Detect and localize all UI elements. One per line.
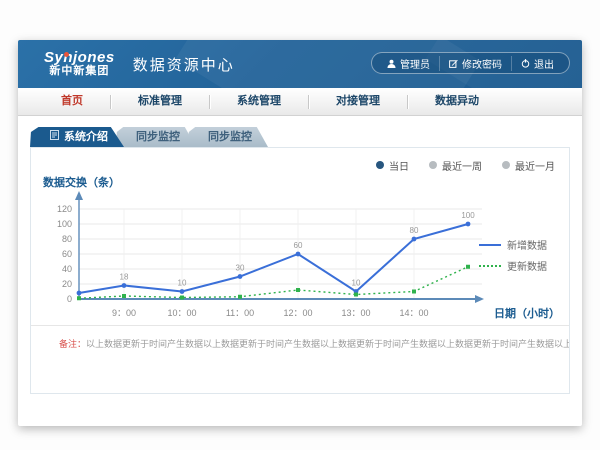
tab-sync-monitor-1[interactable]: 同步监控 — [116, 127, 196, 147]
legend-swatch-icon — [479, 244, 501, 246]
logout-icon — [521, 59, 530, 68]
radio-last-month[interactable]: 最近一月 — [502, 157, 555, 173]
current-user-button[interactable]: 管理员 — [378, 56, 439, 71]
tab-label: 系统介绍 — [64, 127, 108, 147]
svg-text:60: 60 — [294, 241, 303, 250]
radio-dot-icon — [429, 161, 437, 169]
svg-text:30: 30 — [236, 264, 245, 273]
tab-sync-monitor-2[interactable]: 同步监控 — [188, 127, 268, 147]
svg-text:120: 120 — [57, 204, 72, 214]
nav-item-data-change[interactable]: 数据异动 — [408, 88, 506, 115]
radio-label: 最近一月 — [515, 158, 555, 173]
svg-text:0: 0 — [67, 294, 72, 304]
user-icon — [387, 59, 396, 68]
svg-text:20: 20 — [62, 279, 72, 289]
radio-today[interactable]: 当日 — [376, 157, 409, 173]
main-nav: 首页 标准管理 系统管理 对接管理 数据异动 — [18, 88, 582, 116]
chart-legend: 新增数据更新数据 — [479, 234, 557, 276]
legend-swatch-icon — [479, 265, 501, 267]
chart-panel: 当日 最近一周 最近一月 数据交换（条） 0 20 40 60 80 100 120 9：00… — [30, 147, 570, 394]
change-password-button[interactable]: 修改密码 — [439, 56, 511, 71]
logo-cn-name: 新中新集团 — [44, 66, 115, 78]
tab-label: 同步监控 — [208, 131, 252, 143]
nav-item-system-mgmt[interactable]: 系统管理 — [210, 88, 308, 115]
svg-text:18: 18 — [120, 273, 129, 282]
nav-item-home[interactable]: 首页 — [34, 88, 110, 115]
user-label: 管理员 — [400, 56, 430, 71]
svg-text:80: 80 — [62, 234, 72, 244]
nav-item-interface-mgmt[interactable]: 对接管理 — [309, 88, 407, 115]
nav-item-standard-mgmt[interactable]: 标准管理 — [111, 88, 209, 115]
footnote: 备注：以上数据更新于时间产生数据以上数据更新于时间产生数据以上数据更新于时间产生… — [31, 326, 569, 351]
radio-last-week[interactable]: 最近一周 — [429, 157, 482, 173]
main-content: 系统介绍 同步监控 同步监控 当日 最近一周 — [18, 116, 582, 394]
footnote-prefix: 备注： — [59, 339, 86, 349]
svg-text:11：00: 11：00 — [226, 308, 254, 318]
user-menu: 管理员 修改密码 退出 — [371, 52, 570, 74]
svg-text:10：00: 10：00 — [167, 308, 196, 318]
svg-text:100: 100 — [461, 211, 475, 220]
svg-text:日期（小时）: 日期（小时） — [494, 306, 560, 320]
legend-label: 更新数据 — [507, 258, 547, 273]
tab-system-intro[interactable]: 系统介绍 — [30, 127, 124, 147]
change-password-label: 修改密码 — [462, 56, 502, 71]
page-title: 数据资源中心 — [133, 54, 235, 75]
svg-text:40: 40 — [62, 264, 72, 274]
tab-label: 同步监控 — [136, 131, 180, 143]
svg-text:10: 10 — [352, 279, 361, 288]
svg-text:10: 10 — [178, 279, 187, 288]
tab-bar: 系统介绍 同步监控 同步监控 — [30, 127, 570, 147]
radio-label: 最近一周 — [442, 158, 482, 173]
radio-label: 当日 — [389, 158, 409, 173]
logout-button[interactable]: 退出 — [511, 56, 563, 71]
svg-text:13：00: 13：00 — [341, 308, 370, 318]
edit-icon — [449, 59, 458, 68]
document-icon — [50, 127, 59, 147]
app-header: Synjones 新中新集团 数据资源中心 管理员 修改密码 — [18, 40, 582, 88]
svg-text:60: 60 — [62, 249, 72, 259]
time-range-filter: 当日 最近一周 最近一月 — [31, 148, 569, 173]
page: Synjones 新中新集团 数据资源中心 管理员 修改密码 — [0, 0, 600, 450]
company-logo: Synjones 新中新集团 — [44, 50, 115, 77]
y-axis-title: 数据交换（条） — [43, 174, 569, 187]
svg-text:14：00: 14：00 — [399, 308, 428, 318]
footnote-text: 以上数据更新于时间产生数据以上数据更新于时间产生数据以上数据更新于时间产生数据以… — [86, 339, 569, 349]
legend-item[interactable]: 更新数据 — [479, 255, 557, 276]
svg-text:100: 100 — [57, 219, 72, 229]
legend-label: 新增数据 — [507, 237, 547, 252]
radio-dot-icon — [376, 161, 384, 169]
svg-text:80: 80 — [410, 226, 419, 235]
logout-label: 退出 — [534, 56, 554, 71]
svg-text:12：00: 12：00 — [283, 308, 312, 318]
app-window: Synjones 新中新集团 数据资源中心 管理员 修改密码 — [18, 40, 582, 426]
svg-text:9：00: 9：00 — [112, 308, 136, 318]
legend-item[interactable]: 新增数据 — [479, 234, 557, 255]
radio-dot-icon — [502, 161, 510, 169]
logo-wordmark: Synjones — [44, 50, 115, 66]
